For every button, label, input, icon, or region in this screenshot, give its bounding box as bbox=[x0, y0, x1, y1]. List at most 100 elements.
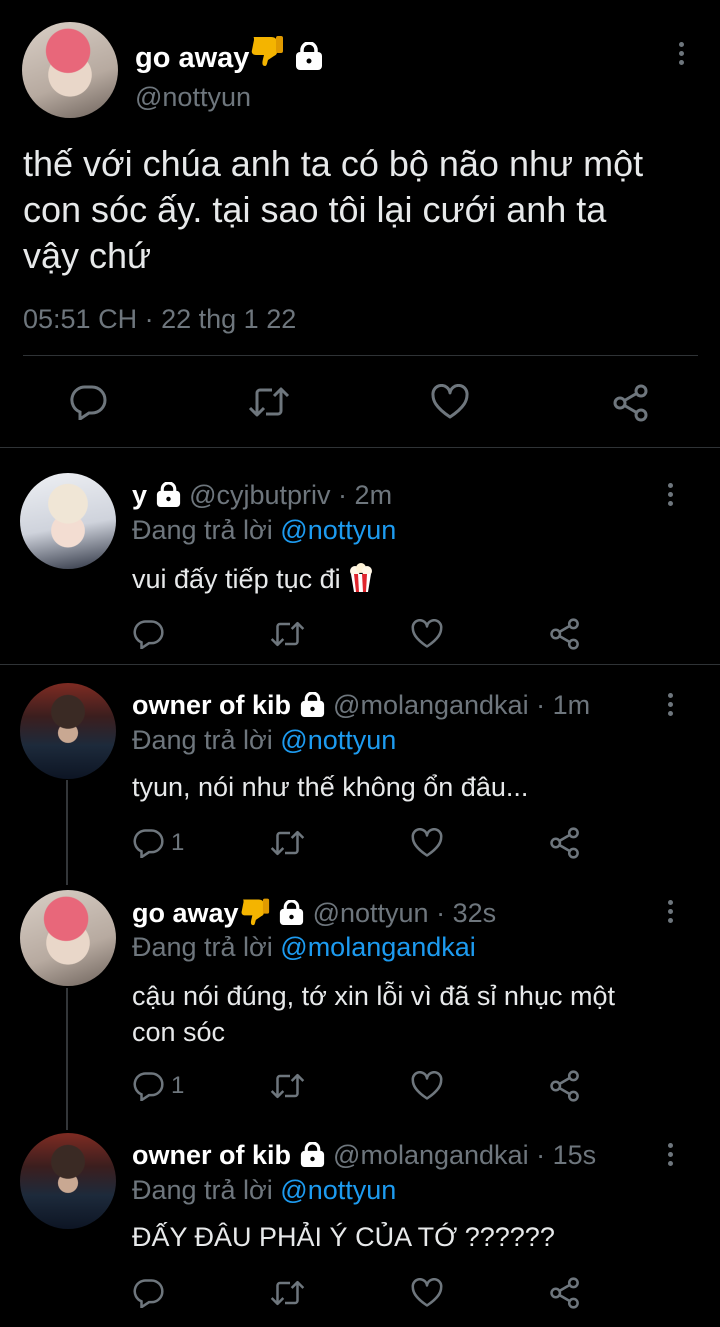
like-button[interactable] bbox=[411, 1071, 443, 1101]
reply-separator: · bbox=[536, 1140, 546, 1170]
like-button[interactable] bbox=[411, 1278, 443, 1308]
like-icon bbox=[411, 619, 443, 648]
reply-icon bbox=[133, 1279, 164, 1308]
reply-time: 15s bbox=[552, 1140, 597, 1170]
reply-avatar[interactable] bbox=[20, 1133, 116, 1229]
reply-author-handle[interactable]: @molangandkai bbox=[333, 1140, 529, 1170]
lock-icon bbox=[278, 899, 305, 932]
time-separator: · bbox=[144, 304, 154, 334]
like-icon bbox=[411, 1071, 443, 1100]
lock-icon bbox=[155, 481, 182, 514]
main-divider bbox=[23, 355, 698, 356]
share-icon bbox=[550, 1277, 579, 1309]
retweet-button[interactable] bbox=[270, 619, 305, 649]
replying-to: Đang trả lời @molangandkai bbox=[132, 932, 476, 963]
main-author-name-text: go away bbox=[135, 42, 250, 74]
reply-author-handle[interactable]: @cyjbutpriv bbox=[189, 480, 330, 510]
replying-prefix: Đang trả lời bbox=[132, 932, 273, 962]
reply-author-name[interactable]: owner of kib @molangandkai · 1m bbox=[132, 689, 590, 724]
retweet-button[interactable] bbox=[270, 1071, 305, 1101]
reply-count: 1 bbox=[171, 1072, 185, 1099]
replying-to: Đang trả lời @nottyun bbox=[132, 515, 396, 546]
lock-icon bbox=[299, 691, 326, 724]
main-time: 05:51 CH bbox=[23, 304, 138, 334]
reply-author-handle[interactable]: @molangandkai bbox=[333, 690, 529, 720]
reply-text-line: tyun, nói như thế không ổn đâu... bbox=[132, 772, 529, 802]
retweet-icon bbox=[270, 1073, 305, 1099]
reply-separator: · bbox=[536, 690, 546, 720]
replying-to-link[interactable]: @molangandkai bbox=[280, 932, 476, 962]
reply-button[interactable]: 1 bbox=[133, 828, 184, 858]
reply-author-name-text: go away bbox=[132, 898, 239, 928]
reply-text-line: ĐẤY ĐÂU PHẢI Ý CỦA TỚ ?????? bbox=[132, 1222, 555, 1252]
replying-to: Đang trả lời @nottyun bbox=[132, 725, 396, 756]
share-button[interactable] bbox=[549, 618, 581, 650]
reply-text: cậu nói đúng, tớ xin lỗi vì đã sỉ nhục m… bbox=[132, 978, 615, 1050]
like-button[interactable] bbox=[411, 619, 443, 649]
main-tweet-text: thế với chúa anh ta có bộ não như một co… bbox=[23, 141, 713, 279]
reply-author-name-text: owner of kib bbox=[132, 1140, 292, 1170]
reply-author-name[interactable]: go away @nottyun · 32s bbox=[132, 896, 496, 932]
retweet-button[interactable] bbox=[270, 828, 305, 858]
reply-button[interactable] bbox=[133, 619, 171, 649]
like-icon bbox=[411, 828, 443, 857]
reply-divider bbox=[0, 664, 720, 665]
share-button[interactable] bbox=[549, 1070, 581, 1102]
replying-to-link[interactable]: @nottyun bbox=[280, 515, 396, 545]
more-icon[interactable] bbox=[666, 483, 674, 510]
reply-text-line: cậu nói đúng, tớ xin lỗi vì đã sỉ nhục m… bbox=[132, 981, 615, 1011]
reply-author-name-text: y bbox=[132, 480, 148, 510]
replying-to-link[interactable]: @nottyun bbox=[280, 725, 396, 755]
retweet-icon bbox=[270, 830, 305, 856]
share-icon bbox=[550, 618, 579, 650]
share-button[interactable] bbox=[549, 827, 581, 859]
retweet-icon bbox=[270, 1280, 305, 1306]
reply-author-name[interactable]: owner of kib @molangandkai · 15s bbox=[132, 1139, 596, 1174]
main-timestamp[interactable]: 05:51 CH · 22 thg 1 22 bbox=[23, 304, 296, 335]
reply-author-name[interactable]: y @cyjbutpriv · 2m bbox=[132, 479, 392, 514]
more-icon[interactable] bbox=[666, 1143, 674, 1170]
main-avatar[interactable] bbox=[22, 22, 118, 118]
popcorn-emoji bbox=[348, 562, 374, 597]
reply-text-line: vui đấy tiếp tục đi bbox=[132, 564, 341, 594]
reply-avatar[interactable] bbox=[20, 890, 116, 986]
reply-count: 1 bbox=[171, 829, 185, 856]
thumbs-down-emoji bbox=[249, 33, 285, 76]
reply-button[interactable] bbox=[133, 1278, 171, 1308]
main-reply-button[interactable] bbox=[70, 384, 108, 420]
reply-icon bbox=[70, 385, 107, 420]
main-like-button[interactable] bbox=[431, 384, 469, 420]
retweet-icon bbox=[270, 621, 305, 647]
more-icon[interactable] bbox=[677, 42, 685, 69]
reply-icon bbox=[133, 829, 164, 858]
reply-text: ĐẤY ĐÂU PHẢI Ý CỦA TỚ ?????? bbox=[132, 1220, 555, 1255]
reply-text: vui đấy tiếp tục đi bbox=[132, 562, 374, 597]
reply-avatar[interactable] bbox=[20, 683, 116, 779]
main-author-handle[interactable]: @nottyun bbox=[135, 82, 251, 113]
reply-time: 1m bbox=[552, 690, 591, 720]
reply-author-handle[interactable]: @nottyun bbox=[313, 898, 429, 928]
more-icon[interactable] bbox=[666, 900, 674, 927]
reply-time: 2m bbox=[354, 480, 393, 510]
share-button[interactable] bbox=[549, 1277, 581, 1309]
retweet-icon bbox=[248, 387, 290, 417]
reply-avatar[interactable] bbox=[20, 473, 116, 569]
reply-time: 32s bbox=[452, 898, 497, 928]
main-date: 22 thg 1 22 bbox=[161, 304, 297, 334]
main-retweet-button[interactable] bbox=[248, 384, 290, 420]
retweet-button[interactable] bbox=[270, 1278, 305, 1308]
replying-prefix: Đang trả lời bbox=[132, 1175, 273, 1205]
more-icon[interactable] bbox=[666, 693, 674, 720]
reply-button[interactable]: 1 bbox=[133, 1071, 184, 1101]
main-tweet-line: thế với chúa anh ta có bộ não như một bbox=[23, 143, 644, 184]
share-icon bbox=[550, 827, 579, 859]
replying-to: Đang trả lời @nottyun bbox=[132, 1175, 396, 1206]
like-button[interactable] bbox=[411, 828, 443, 858]
like-icon bbox=[431, 384, 469, 419]
main-share-button[interactable] bbox=[612, 384, 650, 422]
reply-text-line: con sóc bbox=[132, 1017, 226, 1047]
main-author-name[interactable]: go away bbox=[135, 33, 324, 79]
replying-to-link[interactable]: @nottyun bbox=[280, 1175, 396, 1205]
reply-separator: · bbox=[338, 480, 348, 510]
reply-text: tyun, nói như thế không ổn đâu... bbox=[132, 770, 528, 805]
